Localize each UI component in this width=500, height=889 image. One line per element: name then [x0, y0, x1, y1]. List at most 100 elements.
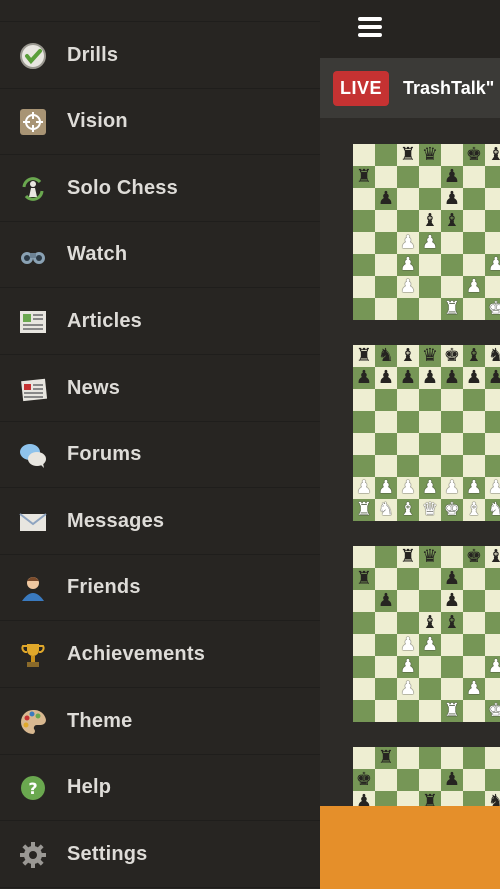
board-square[interactable] [419, 389, 441, 411]
board-square[interactable]: ♜ [441, 298, 463, 320]
chess-piece[interactable]: ♟ [444, 590, 460, 611]
board-square[interactable]: ♟ [397, 634, 419, 656]
board-square[interactable]: ♜ [353, 568, 375, 590]
board-square[interactable]: ♟ [463, 477, 485, 499]
board-square[interactable] [397, 769, 419, 791]
chess-piece[interactable]: ♛ [422, 144, 438, 165]
board-square[interactable] [463, 298, 485, 320]
board-square[interactable] [397, 612, 419, 634]
board-square[interactable]: ♟ [397, 367, 419, 389]
board-square[interactable] [353, 210, 375, 232]
board-square[interactable] [463, 455, 485, 477]
board-square[interactable]: ♝ [397, 345, 419, 367]
board-square[interactable] [375, 612, 397, 634]
board-square[interactable]: ♟ [441, 769, 463, 791]
board-square[interactable] [375, 546, 397, 568]
chess-piece[interactable]: ♞ [488, 345, 500, 366]
board-square[interactable] [353, 433, 375, 455]
board-square[interactable]: ♝ [463, 345, 485, 367]
board-square[interactable]: ♟ [463, 276, 485, 298]
chess-piece[interactable]: ♟ [466, 678, 482, 699]
board-square[interactable] [397, 210, 419, 232]
board-square[interactable]: ♛ [419, 345, 441, 367]
chess-piece[interactable]: ♜ [378, 747, 394, 768]
board-square[interactable] [353, 188, 375, 210]
board-square[interactable]: ♟ [441, 568, 463, 590]
chess-piece[interactable]: ♛ [422, 546, 438, 567]
chess-piece[interactable]: ♝ [488, 144, 500, 165]
bottom-action-bar[interactable] [320, 806, 500, 889]
board-square[interactable]: ♝ [485, 144, 500, 166]
board-square[interactable] [353, 678, 375, 700]
board-square[interactable] [485, 455, 500, 477]
board-square[interactable]: ♝ [485, 546, 500, 568]
board-square[interactable] [485, 433, 500, 455]
chess-piece[interactable]: ♝ [466, 499, 482, 520]
board-square[interactable]: ♟ [375, 188, 397, 210]
board-square[interactable] [441, 276, 463, 298]
board-square[interactable] [419, 590, 441, 612]
board-square[interactable] [353, 232, 375, 254]
chess-piece[interactable]: ♟ [444, 367, 460, 388]
chess-piece[interactable]: ♟ [444, 188, 460, 209]
board-square[interactable] [397, 166, 419, 188]
board-square[interactable] [419, 188, 441, 210]
board-square[interactable]: ♚ [485, 700, 500, 722]
board-square[interactable] [375, 276, 397, 298]
sidebar-item-theme[interactable]: Theme [0, 689, 320, 755]
board-square[interactable] [353, 656, 375, 678]
chess-piece[interactable]: ♟ [466, 367, 482, 388]
board-square[interactable] [441, 433, 463, 455]
board-square[interactable] [397, 411, 419, 433]
board-square[interactable] [419, 254, 441, 276]
chess-piece[interactable]: ♟ [444, 477, 460, 498]
board-square[interactable] [397, 568, 419, 590]
board-square[interactable]: ♞ [375, 345, 397, 367]
chess-piece[interactable]: ♟ [466, 477, 482, 498]
board-square[interactable]: ♜ [353, 345, 375, 367]
chess-piece[interactable]: ♟ [422, 634, 438, 655]
board-square[interactable] [353, 590, 375, 612]
board-square[interactable]: ♟ [485, 367, 500, 389]
board-square[interactable]: ♟ [463, 367, 485, 389]
board-square[interactable] [463, 433, 485, 455]
board-square[interactable]: ♟ [397, 656, 419, 678]
chess-piece[interactable]: ♜ [356, 568, 372, 589]
board-square[interactable] [353, 634, 375, 656]
board-square[interactable]: ♟ [397, 678, 419, 700]
chess-piece[interactable]: ♟ [488, 656, 500, 677]
board-square[interactable] [441, 254, 463, 276]
board-square[interactable] [485, 232, 500, 254]
sidebar-item-news[interactable]: News [0, 356, 320, 422]
board-square[interactable] [441, 678, 463, 700]
board-square[interactable]: ♟ [353, 477, 375, 499]
board-square[interactable] [463, 188, 485, 210]
chess-piece[interactable]: ♟ [378, 188, 394, 209]
board-square[interactable]: ♜ [353, 499, 375, 521]
chess-piece[interactable]: ♚ [466, 546, 482, 567]
board-square[interactable]: ♞ [375, 499, 397, 521]
board-square[interactable] [353, 254, 375, 276]
board-square[interactable] [375, 634, 397, 656]
board-square[interactable] [375, 298, 397, 320]
board-square[interactable]: ♝ [441, 612, 463, 634]
chess-piece[interactable]: ♟ [378, 367, 394, 388]
board-square[interactable]: ♟ [485, 477, 500, 499]
chess-piece[interactable]: ♟ [400, 367, 416, 388]
chess-piece[interactable]: ♜ [356, 166, 372, 187]
chess-piece[interactable]: ♝ [400, 345, 416, 366]
board-square[interactable] [353, 700, 375, 722]
board-square[interactable] [463, 656, 485, 678]
board-square[interactable] [397, 433, 419, 455]
board-square[interactable] [485, 188, 500, 210]
chess-piece[interactable]: ♟ [356, 477, 372, 498]
chess-piece[interactable]: ♟ [378, 477, 394, 498]
board-square[interactable]: ♚ [353, 769, 375, 791]
chess-piece[interactable]: ♟ [488, 367, 500, 388]
sidebar-item-articles[interactable]: Articles [0, 289, 320, 355]
board-square[interactable] [375, 144, 397, 166]
hamburger-icon[interactable] [358, 17, 382, 39]
board-square[interactable]: ♛ [419, 546, 441, 568]
chess-piece[interactable]: ♝ [422, 612, 438, 633]
board-square[interactable]: ♟ [419, 477, 441, 499]
